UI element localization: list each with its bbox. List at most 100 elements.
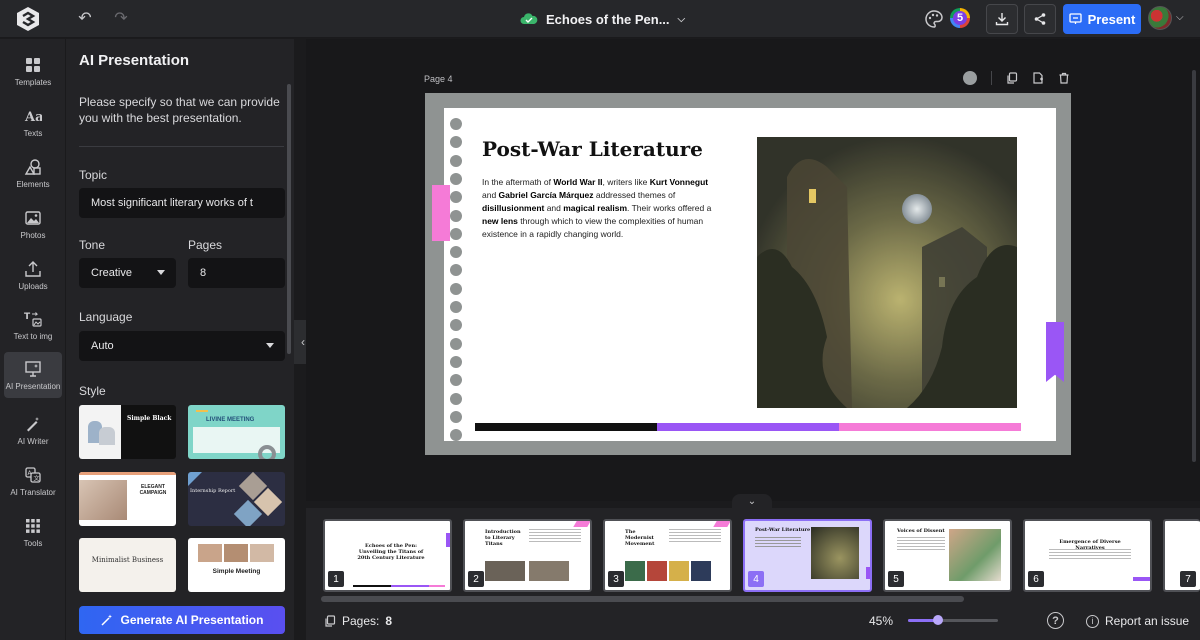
undo-icon[interactable]: ↶ bbox=[75, 9, 95, 29]
bookmark-decoration[interactable] bbox=[1046, 322, 1064, 382]
rail-item-templates[interactable]: Templates bbox=[4, 49, 62, 93]
decorative-bar-black[interactable] bbox=[475, 423, 657, 431]
topic-input[interactable]: Most significant literary works of t bbox=[79, 188, 285, 218]
pages-count-value: 8 bbox=[385, 614, 393, 628]
ai-presentation-icon bbox=[25, 360, 41, 377]
duplicate-page-icon[interactable] bbox=[1006, 72, 1018, 84]
tape-decoration[interactable] bbox=[432, 185, 450, 241]
style-card-simple-black[interactable]: Simple Black bbox=[79, 405, 176, 459]
style-card-minimalist-business[interactable]: Minimalist Business bbox=[79, 538, 176, 592]
card-title: Simple Meeting bbox=[212, 568, 261, 575]
add-page-icon[interactable] bbox=[1032, 72, 1044, 84]
pages-label: Pages bbox=[188, 238, 223, 252]
download-button[interactable] bbox=[986, 4, 1018, 34]
templates-icon bbox=[26, 57, 40, 72]
rail-item-tools[interactable]: Tools bbox=[4, 510, 62, 554]
rail-item-uploads[interactable]: Uploads bbox=[4, 253, 62, 297]
page-thumbnail-7[interactable]: 7 bbox=[1163, 519, 1200, 592]
zoom-slider-handle[interactable] bbox=[932, 615, 943, 625]
card-title: Internship Report bbox=[190, 488, 236, 494]
rail-item-elements[interactable]: Elements bbox=[4, 151, 62, 195]
page-thumbnail-6[interactable]: Emergence of Diverse Narratives 6 bbox=[1023, 519, 1152, 592]
rail-label: Photos bbox=[20, 230, 46, 240]
download-icon bbox=[995, 13, 1009, 26]
generate-label: Generate AI Presentation bbox=[120, 613, 264, 627]
collaborator-badge[interactable]: 5 bbox=[950, 8, 970, 28]
present-button[interactable]: Present bbox=[1063, 4, 1141, 34]
ring-hole bbox=[450, 337, 462, 350]
pages-count[interactable]: Pages: 8 bbox=[324, 614, 392, 628]
page-thumbnail-5[interactable]: Voices of Dissent 5 bbox=[883, 519, 1012, 592]
language-select[interactable]: Auto bbox=[79, 331, 285, 361]
ring-hole bbox=[450, 301, 462, 313]
svg-text:Aa: Aa bbox=[24, 110, 42, 125]
language-value: Auto bbox=[91, 340, 114, 352]
generate-ai-presentation-button[interactable]: Generate AI Presentation bbox=[79, 606, 285, 634]
upload-icon bbox=[25, 260, 41, 277]
page-thumbnail-2[interactable]: Introduction to Literary Titans 2 bbox=[463, 519, 592, 592]
rail-item-ai-translator[interactable]: A文 AI Translator bbox=[4, 459, 62, 503]
style-card-livine-meeting[interactable]: LIVINE MEETING bbox=[188, 405, 285, 459]
rail-item-ai-writer[interactable]: AI Writer bbox=[4, 408, 62, 452]
tone-select[interactable]: Creative bbox=[79, 258, 176, 288]
tone-label: Tone bbox=[79, 238, 106, 252]
palette-icon[interactable] bbox=[924, 9, 944, 29]
page-thumbnail-3[interactable]: The Modernist Movement 3 bbox=[603, 519, 732, 592]
page-thumbnail-4[interactable]: Post-War Literature 4 bbox=[743, 519, 872, 592]
help-icon[interactable]: ? bbox=[1047, 612, 1064, 629]
redo-icon[interactable]: ↷ bbox=[111, 9, 131, 29]
text-run-bold: Kurt Vonnegut bbox=[649, 177, 709, 187]
collapse-filmstrip-button[interactable]: ⌄ bbox=[732, 494, 772, 508]
style-card-simple-meeting[interactable]: Simple Meeting bbox=[188, 538, 285, 592]
app-logo-icon[interactable] bbox=[14, 5, 42, 33]
rail-label: Text to img bbox=[13, 331, 53, 341]
thumbnail-number: 6 bbox=[1028, 571, 1044, 587]
card-title: Minimalist Business bbox=[91, 556, 164, 564]
slide-body-text[interactable]: In the aftermath of World War II, writer… bbox=[482, 176, 722, 241]
panel-scrollbar[interactable] bbox=[287, 84, 291, 354]
text-run-bold: disillusionment bbox=[482, 203, 545, 213]
ring-hole bbox=[450, 118, 462, 130]
text-run: and bbox=[482, 190, 499, 200]
page-color-swatch[interactable] bbox=[963, 71, 977, 85]
style-card-elegant-campaign[interactable]: ELEGANT CAMPAIGN bbox=[79, 472, 176, 526]
rail-item-photos[interactable]: Photos bbox=[4, 202, 62, 246]
style-card-internship-report[interactable]: Internship Report bbox=[188, 472, 285, 526]
svg-text:T: T bbox=[24, 312, 31, 322]
decorative-bar-pink[interactable] bbox=[839, 423, 1021, 431]
thumbnail-number: 5 bbox=[888, 571, 904, 587]
report-issue-link[interactable]: i Report an issue bbox=[1086, 614, 1189, 628]
rail-label: Texts bbox=[23, 128, 43, 138]
rail-label: Uploads bbox=[18, 281, 48, 291]
thumbnail-number: 2 bbox=[468, 571, 484, 587]
rail-label: Templates bbox=[14, 77, 52, 87]
slide-image[interactable] bbox=[757, 137, 1017, 408]
panel-intro: Please specify so that we can provide yo… bbox=[79, 95, 280, 125]
ring-hole bbox=[450, 209, 462, 222]
delete-page-icon[interactable] bbox=[1058, 72, 1070, 84]
page-thumbnail-1[interactable]: Echoes of the Pen: Unveiling the Titans … bbox=[323, 519, 452, 592]
filmstrip-scrollbar[interactable] bbox=[321, 596, 964, 602]
rail-item-ai-presentation[interactable]: AI Presentation bbox=[4, 352, 62, 398]
rail-item-texts[interactable]: Aa Texts bbox=[4, 100, 62, 144]
share-button[interactable] bbox=[1024, 4, 1056, 34]
chevron-down-icon[interactable]: ⌵ bbox=[1176, 12, 1184, 23]
tools-icon bbox=[26, 518, 40, 533]
photo-icon bbox=[25, 210, 41, 225]
thumbnail-number: 1 bbox=[328, 571, 344, 587]
ring-hole bbox=[450, 410, 462, 423]
document-title-dropdown[interactable]: Echoes of the Pen... ⌵ bbox=[520, 9, 685, 29]
editor-app: ↶ ↷ Echoes of the Pen... ⌵ 5 Present ⌵ T… bbox=[0, 0, 1200, 640]
cloud-saved-icon bbox=[520, 13, 538, 24]
slide-title[interactable]: Post-War Literature bbox=[482, 137, 703, 161]
zoom-level[interactable]: 45% bbox=[869, 614, 893, 628]
pages-input[interactable]: 8 bbox=[188, 258, 285, 288]
language-label: Language bbox=[79, 310, 133, 324]
rail-item-text-to-img[interactable]: T Text to img bbox=[4, 303, 62, 347]
ring-hole bbox=[450, 355, 462, 368]
ring-hole bbox=[450, 227, 462, 240]
canvas-scrollbar[interactable] bbox=[1192, 70, 1196, 462]
chevron-down-icon: ⌄ bbox=[747, 495, 757, 507]
decorative-bar-purple[interactable] bbox=[657, 423, 839, 431]
user-avatar[interactable] bbox=[1148, 6, 1172, 30]
